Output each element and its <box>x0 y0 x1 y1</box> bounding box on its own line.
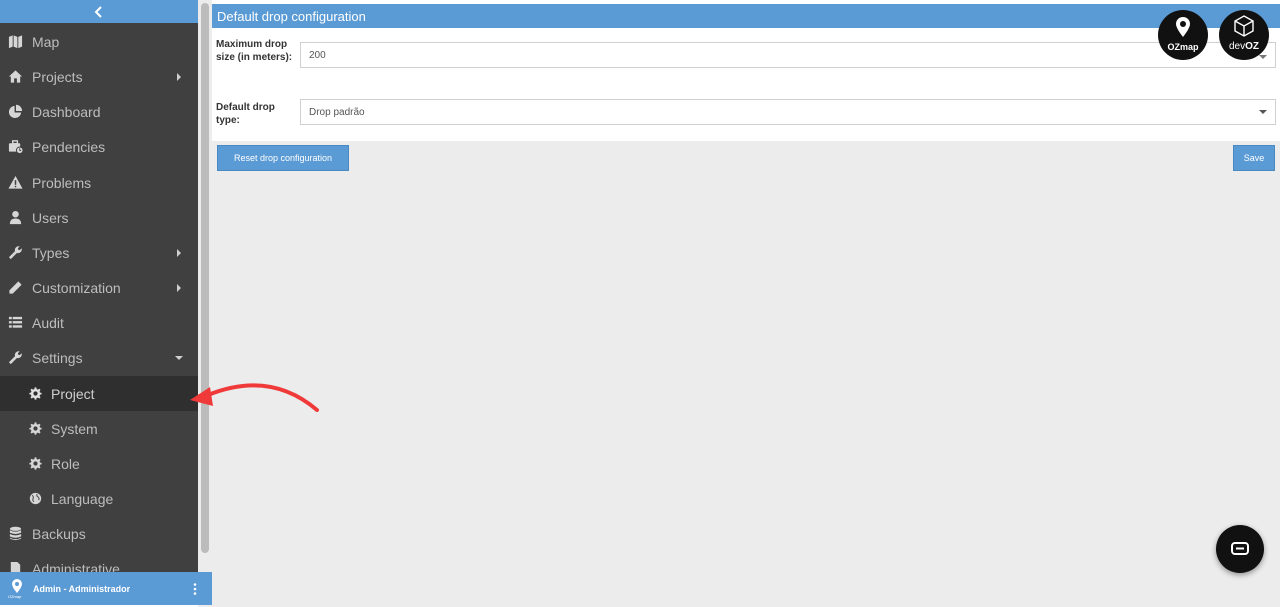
cube-icon <box>1234 15 1254 37</box>
sidebar-item-dashboard[interactable]: Dashboard <box>0 94 198 129</box>
map-pin-icon <box>1176 17 1190 37</box>
max-drop-size-input[interactable]: 200 <box>300 42 1276 68</box>
ozmap-badge[interactable]: OZmap <box>1158 10 1208 60</box>
user-icon <box>8 210 23 225</box>
sidebar-item-label: Map <box>32 33 60 50</box>
sidebar-item-customization[interactable]: Customization <box>0 270 198 305</box>
sidebar-item-backups[interactable]: Backups <box>0 516 198 551</box>
caret-right-icon <box>177 248 181 257</box>
gear-icon <box>28 457 42 471</box>
reset-drop-configuration-button[interactable]: Reset drop configuration <box>217 145 349 171</box>
sidebar-item-pendencies[interactable]: Pendencies <box>0 129 198 164</box>
chat-button[interactable] <box>1216 525 1264 573</box>
devoz-suffix: OZ <box>1245 41 1259 52</box>
max-drop-size-value: 200 <box>309 49 326 61</box>
user-name: Admin - Administrador <box>33 583 131 594</box>
home-icon <box>8 69 23 84</box>
sidebar-item-label: Types <box>32 244 70 261</box>
sidebar-subitem-language[interactable]: Language <box>0 481 198 516</box>
sidebar-item-map[interactable]: Map <box>0 24 198 59</box>
document-icon <box>8 561 23 572</box>
drop-type-value: Drop padrão <box>309 106 365 118</box>
sidebar-item-settings[interactable]: Settings <box>0 340 198 375</box>
sidebar-item-label: Problems <box>32 174 92 191</box>
sidebar-item-label: Administrative <box>32 560 120 573</box>
collapse-sidebar-button[interactable] <box>0 0 198 23</box>
drop-type-select[interactable]: Drop padrão <box>300 99 1276 125</box>
sidebar-item-types[interactable]: Types <box>0 235 198 270</box>
devoz-badge-text: devOZ <box>1219 41 1269 52</box>
wrench-icon <box>8 350 23 365</box>
list-icon <box>8 315 23 330</box>
sidebar-subitem-label: System <box>51 420 98 437</box>
pie-chart-icon <box>8 104 23 119</box>
gear-icon <box>28 387 42 401</box>
content-area <box>212 141 1280 607</box>
sidebar-item-label: Users <box>32 209 69 226</box>
sidebar-subitem-label: Language <box>51 490 114 507</box>
database-icon <box>8 526 23 541</box>
briefcase-clock-icon <box>8 139 23 154</box>
sidebar-item-label: Pendencies <box>32 138 106 155</box>
sidebar-item-label: Settings <box>32 349 83 366</box>
save-button[interactable]: Save <box>1233 145 1275 171</box>
user-bar[interactable]: OZmap Admin - Administrador <box>0 572 212 605</box>
sidebar-item-label: Projects <box>32 68 83 85</box>
globe-icon <box>28 492 42 506</box>
max-drop-size-label: Maximum drop size (in meters): <box>216 39 293 63</box>
sidebar-item-problems[interactable]: Problems <box>0 165 198 200</box>
sidebar-item-audit[interactable]: Audit <box>0 305 198 340</box>
sidebar-item-label: Customization <box>32 279 121 296</box>
sidebar: Map Projects Dashboard Pendencies Proble… <box>0 0 198 572</box>
user-logo-text: OZmap <box>8 594 22 599</box>
sidebar-item-users[interactable]: Users <box>0 200 198 235</box>
caret-right-icon <box>177 283 181 292</box>
sidebar-item-label: Backups <box>32 525 86 542</box>
map-icon <box>8 34 23 49</box>
chevron-left-icon <box>94 5 102 18</box>
spinner-arrow-icon[interactable] <box>1259 54 1267 60</box>
sidebar-subitem-role[interactable]: Role <box>0 446 198 481</box>
devoz-prefix: dev <box>1228 41 1246 52</box>
sidebar-scrollbar-thumb[interactable] <box>201 3 209 553</box>
caret-right-icon <box>177 72 181 81</box>
warning-icon <box>8 175 23 190</box>
sidebar-item-projects[interactable]: Projects <box>0 59 198 94</box>
gear-icon <box>28 422 42 436</box>
sidebar-item-label: Dashboard <box>32 103 101 120</box>
panel-title: Default drop configuration <box>212 4 1280 28</box>
ozmap-badge-text: OZmap <box>1167 42 1199 52</box>
devoz-badge[interactable]: devOZ <box>1219 10 1269 60</box>
chevron-down-icon <box>1259 110 1267 114</box>
wrench-icon <box>8 245 23 260</box>
pencil-icon <box>8 280 23 295</box>
sidebar-item-administrative[interactable]: Administrative <box>0 551 198 572</box>
sidebar-subitem-label: Role <box>51 455 80 472</box>
sidebar-subitem-system[interactable]: System <box>0 411 198 446</box>
chat-icon <box>1231 542 1249 555</box>
drop-type-label: Default drop type: <box>216 102 275 126</box>
sidebar-subitem-label: Project <box>51 385 95 402</box>
main-panel: Default drop configuration Maximum drop … <box>212 0 1280 607</box>
caret-down-icon <box>175 355 183 360</box>
annotation-arrow <box>190 383 319 412</box>
sidebar-item-label: Audit <box>32 314 64 331</box>
sidebar-subitem-project[interactable]: Project <box>0 376 198 411</box>
more-vertical-icon[interactable] <box>190 582 200 596</box>
